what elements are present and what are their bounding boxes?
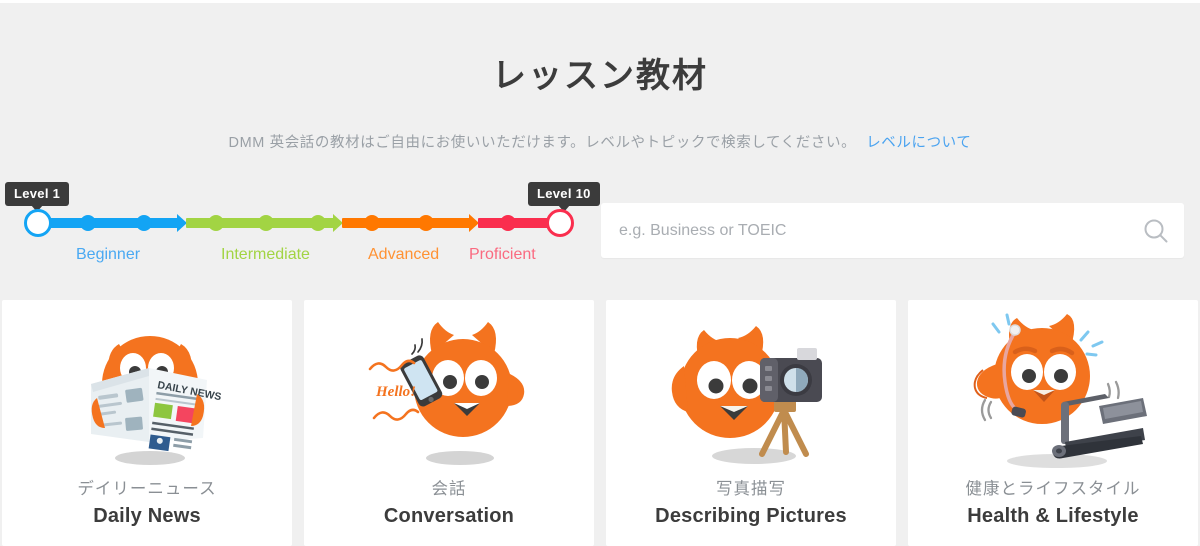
card-title-ja: 会話 (431, 480, 467, 498)
cat-with-phone-icon: Hello! (304, 300, 594, 475)
slider-handle-min[interactable] (24, 209, 52, 237)
top-strip (0, 0, 1200, 3)
page-title: レッスン教材 (492, 57, 708, 95)
search-icon[interactable] (1128, 216, 1184, 246)
slider-dot (80, 215, 96, 231)
svg-text:Hello!: Hello! (375, 384, 416, 400)
card-health-lifestyle[interactable]: 健康とライフスタイル Health & Lifestyle (908, 300, 1198, 546)
level-max-badge: Level 10 (528, 182, 600, 212)
level-slider[interactable]: Level 1 Level 10 Beginner Intermediate A… (0, 182, 600, 277)
card-title-ja: 写真描写 (716, 480, 786, 498)
slider-segment-intermediate (186, 214, 343, 232)
card-title-ja: 健康とライフスタイル (965, 480, 1141, 498)
slider-dot (364, 215, 380, 231)
card-title-en: Health & Lifestyle (967, 505, 1139, 527)
level-min-badge: Level 1 (5, 182, 70, 212)
search-input[interactable] (601, 221, 1128, 240)
slider-dot (208, 215, 224, 231)
card-title-ja: デイリーニュース (77, 480, 217, 498)
search-box[interactable] (601, 203, 1184, 258)
subtitle-text: DMM 英会話の教材はご自由にお使いいただけます。レベルやトピックで検索してくだ… (228, 135, 857, 151)
slider-label-advanced: Advanced (368, 246, 440, 263)
slider-label-intermediate: Intermediate (221, 246, 310, 263)
slider-dot (136, 215, 152, 231)
slider-segment-beginner (30, 214, 187, 232)
slider-segment-advanced (342, 214, 479, 232)
slider-handle-max[interactable] (546, 209, 574, 237)
card-title-en: Describing Pictures (655, 505, 847, 527)
cat-reading-newspaper-icon: DAILY NEWS (2, 300, 292, 475)
material-card-grid: DAILY NEWS デイリーニュース Daily News Hello! 会話… (0, 300, 1200, 546)
slider-dot (310, 215, 326, 231)
card-daily-news[interactable]: DAILY NEWS デイリーニュース Daily News (2, 300, 292, 546)
slider-dot (258, 215, 274, 231)
card-describing-pictures[interactable]: 写真描写 Describing Pictures (606, 300, 896, 546)
slider-segment-proficient (478, 215, 550, 231)
cat-with-camera-icon (606, 300, 896, 475)
card-conversation[interactable]: Hello! 会話 Conversation (304, 300, 594, 546)
slider-label-beginner: Beginner (76, 246, 141, 263)
slider-dot (418, 215, 434, 231)
level-info-link[interactable]: レベルについて (866, 135, 971, 151)
slider-label-proficient: Proficient (469, 246, 536, 263)
card-title-en: Daily News (93, 505, 201, 527)
slider-dot (500, 215, 516, 231)
card-title-en: Conversation (383, 505, 515, 527)
cat-on-treadmill-icon (908, 300, 1198, 475)
slider-labels: Beginner Intermediate Advanced Proficien… (0, 246, 580, 268)
page-subtitle: DMM 英会話の教材はご自由にお使いいただけます。レベルやトピックで検索してくだ… (0, 131, 1200, 152)
